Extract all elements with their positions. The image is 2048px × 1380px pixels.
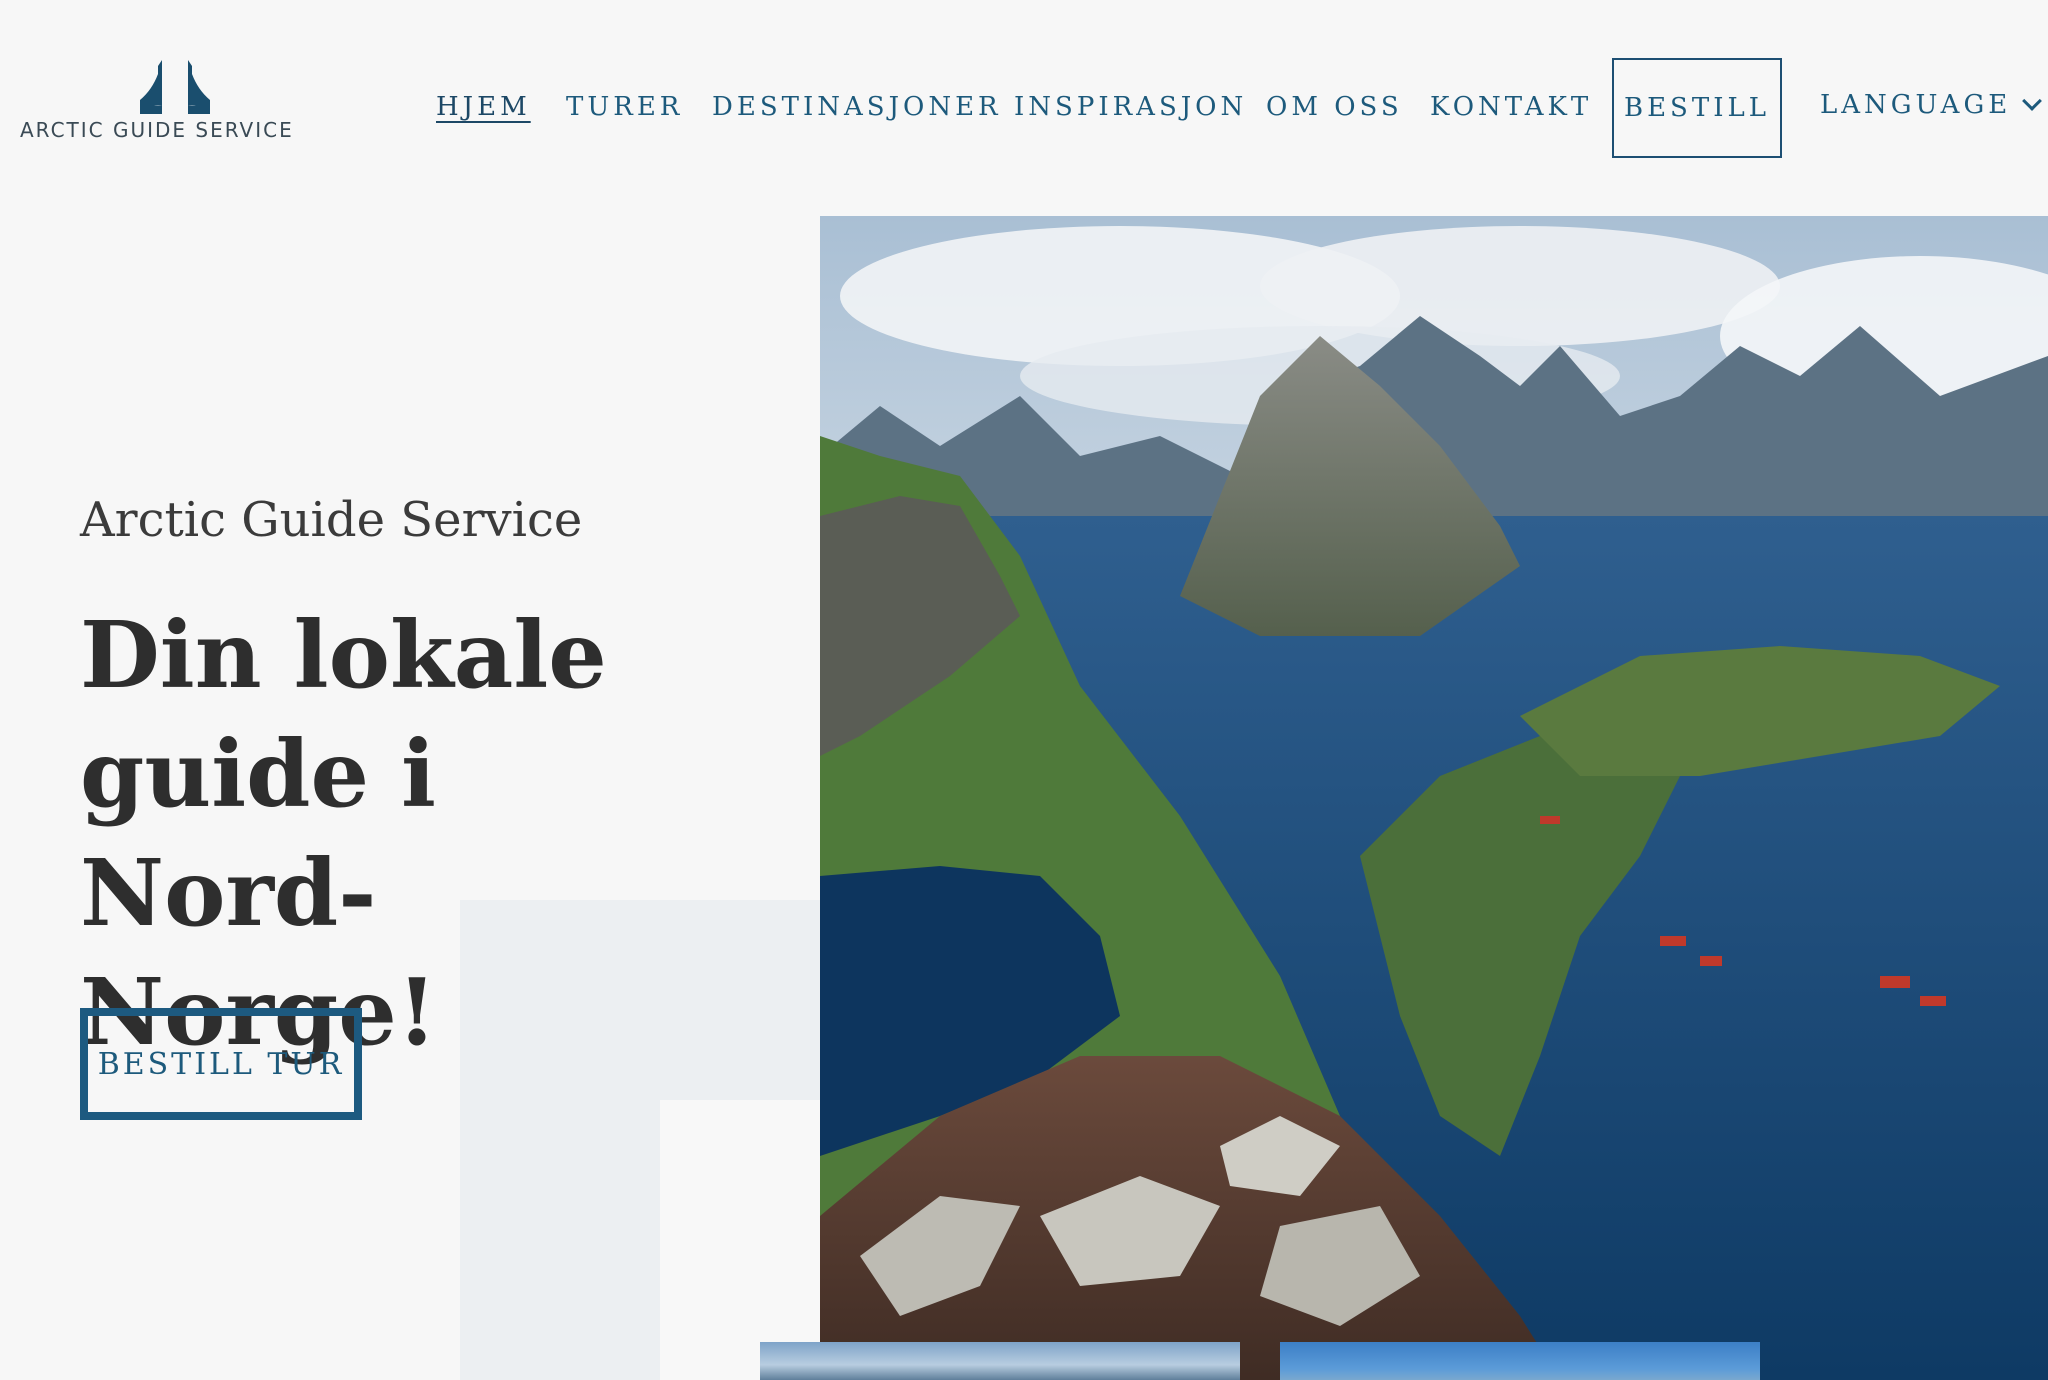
site-header: ARCTIC GUIDE SERVICE HJEM TURER DESTINAS… <box>0 0 2048 215</box>
decorative-block-inner <box>660 1100 820 1380</box>
bestill-tur-button[interactable]: BESTILL TUR <box>80 1008 362 1120</box>
nav-item-hjem[interactable]: HJEM <box>436 92 531 122</box>
logo-mark-icon <box>140 60 210 114</box>
hero-subtitle: Arctic Guide Service <box>80 492 583 548</box>
brand-logo[interactable]: ARCTIC GUIDE SERVICE <box>20 60 350 150</box>
nav-item-kontakt[interactable]: KONTAKT <box>1430 92 1592 122</box>
bestill-button[interactable]: BESTILL <box>1612 58 1782 158</box>
nav-item-om-oss[interactable]: OM OSS <box>1266 92 1403 122</box>
chevron-down-icon <box>2022 91 2043 111</box>
tour-card-thumbnail[interactable] <box>1280 1342 1760 1380</box>
language-selector[interactable]: LANGUAGE <box>1820 90 2043 120</box>
language-label: LANGUAGE <box>1820 90 2012 120</box>
nav-item-turer[interactable]: TURER <box>566 92 683 122</box>
hero-title: Din lokale guide i Nord-Norge! <box>80 601 607 1066</box>
nav-item-destinasjoner[interactable]: DESTINASJONER <box>712 92 1002 122</box>
hero-image <box>820 216 2048 1380</box>
logo-text: ARCTIC GUIDE SERVICE <box>20 118 294 142</box>
nav-item-inspirasjon[interactable]: INSPIRASJON <box>1014 92 1247 122</box>
tour-card-thumbnail[interactable] <box>760 1342 1240 1380</box>
